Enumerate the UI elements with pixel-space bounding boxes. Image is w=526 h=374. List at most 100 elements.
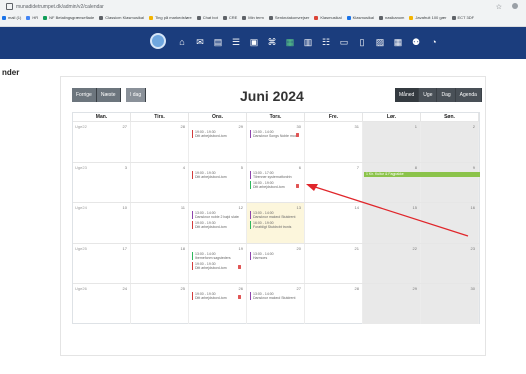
day-number[interactable]: 31: [355, 124, 359, 129]
calendar-event[interactable]: 13:00 - 14:00 Dansknor makeol Stutdrent: [250, 211, 297, 219]
users-icon[interactable]: ⚉: [410, 36, 422, 48]
calendar-icon[interactable]: ▦: [284, 36, 296, 48]
calendar-event[interactable]: 16:00 - 19:00 Forafdigt Stutdrcbt tronis: [250, 221, 297, 229]
calendar-event[interactable]: 16:00 - 19:00 Ditt arbejdsbord-tom: [250, 180, 297, 189]
day-cell[interactable]: 30: [421, 284, 479, 324]
day-number[interactable]: 29: [413, 286, 417, 291]
day-number[interactable]: 6: [299, 165, 301, 170]
view-button-uge[interactable]: Uge: [419, 88, 438, 102]
view-button-agenda[interactable]: Agenda: [455, 88, 482, 102]
clock-icon[interactable]: ◔: [428, 36, 440, 48]
calendar-event[interactable]: 19:00 - 19:30 Ditt arbejdsbord-tom: [192, 221, 239, 229]
day-number[interactable]: 26: [239, 286, 243, 291]
day-cell[interactable]: 27 Uge22: [73, 122, 131, 162]
day-number[interactable]: 18: [181, 246, 185, 251]
day-number[interactable]: 10: [123, 205, 127, 210]
view-button-dag[interactable]: Dag: [437, 88, 456, 102]
app-logo[interactable]: [150, 33, 166, 49]
bookmark-item[interactable]: Klasmusikal: [314, 15, 342, 20]
day-cell[interactable]: 11: [131, 203, 189, 243]
day-cell[interactable]: 3 Uge23: [73, 162, 131, 202]
delete-icon[interactable]: [238, 295, 241, 299]
day-cell[interactable]: 22: [363, 243, 421, 283]
image-icon[interactable]: ▨: [374, 36, 386, 48]
delete-icon[interactable]: [296, 133, 299, 137]
phone-icon[interactable]: ▯: [356, 36, 368, 48]
next-button[interactable]: Næste: [96, 88, 121, 102]
day-number[interactable]: 20: [297, 246, 301, 251]
day-cell[interactable]: 9: [421, 162, 479, 202]
calendar-event[interactable]: 13:00 - 14:00 Dansknor noble 2 bøjd slute…: [192, 211, 239, 219]
bookmark-item[interactable]: ECT 3DF: [451, 15, 474, 20]
day-cell[interactable]: 15: [363, 203, 421, 243]
day-cell[interactable]: 20: [247, 243, 305, 283]
site-info-icon[interactable]: [6, 3, 13, 10]
day-number[interactable]: 27: [297, 286, 301, 291]
calendar-event[interactable]: 19:00 - 19:30 Ditt arbejdsbord-tom: [192, 261, 239, 270]
today-button[interactable]: I dag: [126, 88, 147, 102]
day-cell[interactable]: 14: [305, 203, 363, 243]
day-cell[interactable]: 8: [363, 162, 421, 202]
day-cell[interactable]: 29: [189, 122, 247, 162]
day-number[interactable]: 25: [181, 286, 185, 291]
day-number[interactable]: 19: [239, 246, 243, 251]
calendar-event[interactable]: 19:00 - 19:30 Ditt arbejdsbord-tom: [192, 292, 239, 300]
box-icon[interactable]: ▣: [248, 36, 260, 48]
bookmark-item[interactable]: Min term: [242, 15, 264, 20]
address-bar[interactable]: munadidetrumpet.dk/admin/v2/calendar: [6, 3, 104, 13]
day-number[interactable]: 9: [473, 165, 475, 170]
day-number[interactable]: 8: [415, 165, 417, 170]
document-icon[interactable]: ▤: [212, 36, 224, 48]
day-number[interactable]: 5: [241, 165, 243, 170]
day-number[interactable]: 30: [297, 124, 301, 129]
home-icon[interactable]: ⌂: [176, 36, 188, 48]
day-number[interactable]: 1: [415, 124, 417, 129]
day-number[interactable]: 12: [239, 205, 243, 210]
day-number[interactable]: 28: [181, 124, 185, 129]
bookmark-item[interactable]: mail (1): [2, 15, 21, 20]
delete-icon[interactable]: [238, 264, 241, 269]
day-number[interactable]: 24: [123, 286, 127, 291]
calendar-event[interactable]: 13:00 - 14:00 Ibemefonm sagsteders: [192, 251, 239, 260]
day-cell[interactable]: 2: [421, 122, 479, 162]
building-icon[interactable]: ⌘: [266, 36, 278, 48]
day-number[interactable]: 4: [183, 165, 185, 170]
calendar-event[interactable]: 13:00 - 17:00 Tilrenner systemutfordrin: [250, 170, 297, 179]
day-cell[interactable]: 16: [421, 203, 479, 243]
bookmark-item[interactable]: HR: [26, 15, 38, 20]
profile-avatar[interactable]: [512, 3, 518, 9]
day-cell[interactable]: 1: [363, 122, 421, 162]
list-icon[interactable]: ☰: [230, 36, 242, 48]
day-cell[interactable]: 28: [131, 122, 189, 162]
day-cell[interactable]: 26: [189, 284, 247, 324]
bookmark-item[interactable]: Ting på markedsføre: [148, 15, 192, 20]
day-number[interactable]: 7: [357, 165, 359, 170]
day-number[interactable]: 28: [355, 286, 359, 291]
day-number[interactable]: 27: [123, 124, 127, 129]
calendar-event[interactable]: 13:00 - 14:00 Dansknor Songs Noble mod: [250, 130, 297, 138]
day-number[interactable]: 13: [297, 205, 301, 210]
monitor-icon[interactable]: ▭: [338, 36, 350, 48]
day-cell[interactable]: 23: [421, 243, 479, 283]
bookmark-item[interactable]: Classicm Klasmusikal: [99, 15, 144, 20]
table-icon[interactable]: ▥: [302, 36, 314, 48]
day-cell[interactable]: 27: [247, 284, 305, 324]
day-number[interactable]: 16: [471, 205, 475, 210]
day-cell[interactable]: 24 Uge26: [73, 284, 131, 324]
mail-icon[interactable]: ✉: [194, 36, 206, 48]
delete-icon[interactable]: [296, 183, 299, 188]
bookmark-star-icon[interactable]: ☆: [496, 3, 502, 11]
bookmark-item[interactable]: Chat bot: [196, 15, 218, 20]
prev-button[interactable]: Forrige: [72, 88, 97, 102]
bookmark-item[interactable]: Senkrutakonvrejser: [268, 15, 309, 20]
calendar-event[interactable]: 19:00 - 19:30 Ditt arbejdsbord-tom: [192, 130, 239, 138]
day-cell[interactable]: 29: [363, 284, 421, 324]
bookmark-item[interactable]: nasikanom: [379, 15, 404, 20]
day-number[interactable]: 14: [355, 205, 359, 210]
bookmark-item[interactable]: NF Betalingsgrænseflade: [43, 15, 94, 20]
day-number[interactable]: 11: [181, 205, 185, 210]
day-cell[interactable]: 4: [131, 162, 189, 202]
view-button-måned[interactable]: Måned: [395, 88, 420, 102]
day-cell[interactable]: 21: [305, 243, 363, 283]
day-cell[interactable]: 17 Uge25: [73, 243, 131, 283]
